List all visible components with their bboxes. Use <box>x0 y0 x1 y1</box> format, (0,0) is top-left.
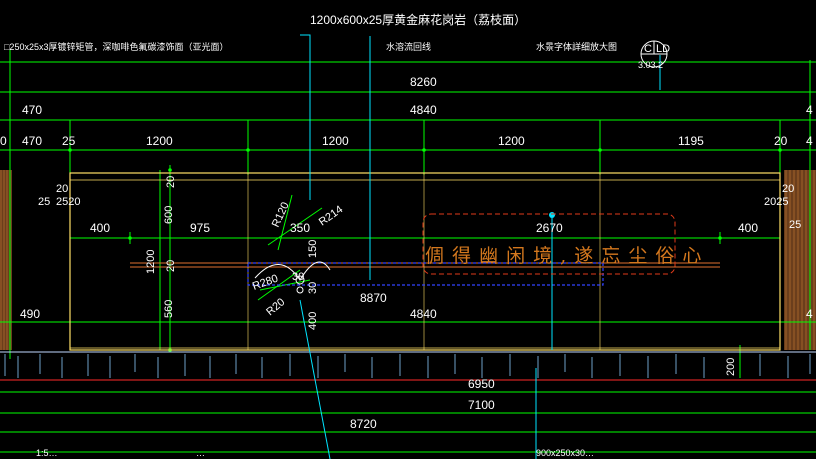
right-wood-panel <box>784 170 816 350</box>
dim-inner-left: 400 <box>90 221 110 235</box>
dim-inner-right: 400 <box>738 221 758 235</box>
dim-vert-400: 400 <box>307 312 319 330</box>
dim-vert-top: 20 <box>165 176 177 188</box>
cad-drawing-canvas[interactable]: 倜 得 幽 闲 境 , 遂 忘 尘 俗 心 C LD 3.03.2 1200x6… <box>0 0 816 459</box>
motto-text: 倜 得 幽 闲 境 , 遂 忘 尘 俗 心 <box>425 245 702 267</box>
water-detail-label: 水景字体詳细放大图 <box>536 41 617 52</box>
dim-row3-e: 1200 <box>322 134 349 148</box>
callout-sheet: 3.03.2 <box>638 60 663 70</box>
dim-vert-mid: 20 <box>165 260 177 272</box>
dim-vert-600: 600 <box>163 206 175 224</box>
dim-row2-center: 4840 <box>410 103 437 117</box>
dim-7100: 7100 <box>468 398 495 412</box>
dim-row3-g: 1195 <box>678 134 704 148</box>
water-line-label: 水溶流回线 <box>386 41 431 52</box>
radius-r20: R20 <box>264 296 287 318</box>
left-material-label: □250x25x3厚镀锌矩管，深咖啡色氟碳漆饰面（亚光面） <box>4 41 228 52</box>
dim-row3-i: 4 <box>806 134 813 148</box>
dim-right-small-a: 20 <box>782 183 794 195</box>
dim-left-small-b: 25 <box>38 196 50 208</box>
dim-inner-350: 350 <box>290 221 310 235</box>
dim-row3-c: 25 <box>62 134 76 148</box>
dim-6950: 6950 <box>468 377 495 391</box>
dim-row2-right: 4 <box>806 103 813 117</box>
dim-vert-30: 30 <box>307 282 319 294</box>
dim-left-small-a: 20 <box>56 183 68 195</box>
dim-row3-b: 470 <box>22 134 42 148</box>
bottom-left-note-2: … <box>196 448 205 458</box>
detail-callout: C LD 3.03.2 <box>638 40 670 70</box>
dim-row3-a: 0 <box>0 134 7 148</box>
dim-row3-h: 20 <box>774 134 788 148</box>
dim-spout-30: 30 <box>292 271 304 283</box>
bottom-right-note: 900x250x30… <box>536 448 594 458</box>
callout-letter: C <box>644 43 652 55</box>
dim-row3-d: 1200 <box>146 134 173 148</box>
dim-vert-560: 560 <box>163 300 175 318</box>
radius-r120: R120 <box>270 200 292 229</box>
bottom-left-note-1: 1:5… <box>36 448 58 458</box>
dim-inner-text-width: 2670 <box>536 221 563 235</box>
leader-dot <box>549 212 555 218</box>
dim-row3-f: 1200 <box>498 134 525 148</box>
dim-4840-lower: 4840 <box>410 307 437 321</box>
radius-r214: R214 <box>317 204 345 229</box>
radius-r280: R280 <box>251 273 280 293</box>
dim-right-small-b: 2025 <box>764 196 788 208</box>
dim-right-small-c: 25 <box>789 219 801 231</box>
top-material-label: 1200x600x25厚黄金麻花岗岩（荔枝面） <box>310 12 526 27</box>
dim-left-small-c: 2520 <box>56 196 80 208</box>
dim-row2-left: 470 <box>22 103 42 117</box>
dim-8720: 8720 <box>350 417 377 431</box>
dim-lower-right: 4 <box>806 307 813 321</box>
dim-vert-200: 200 <box>725 358 737 376</box>
dim-inner-975: 975 <box>190 221 210 235</box>
dim-vert-150: 150 <box>307 240 319 258</box>
dim-vert-1200: 1200 <box>145 250 157 274</box>
dim-8870: 8870 <box>360 291 387 305</box>
dim-overall-width: 8260 <box>410 75 437 89</box>
dim-490: 490 <box>20 307 40 321</box>
cad-elevation-drawing: 倜 得 幽 闲 境 , 遂 忘 尘 俗 心 C LD 3.03.2 1200x6… <box>0 12 816 459</box>
callout-ref: LD <box>656 43 670 55</box>
water-texture <box>0 351 816 378</box>
